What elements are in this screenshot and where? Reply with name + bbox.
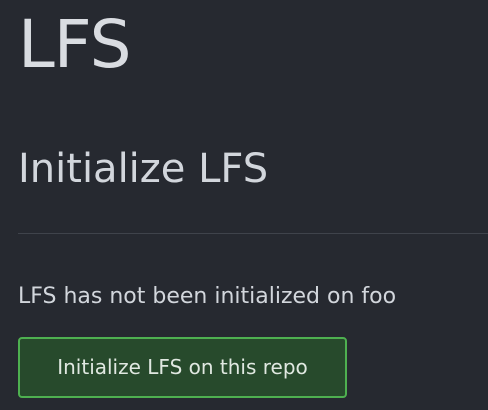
section-title: Initialize LFS	[18, 146, 269, 192]
lfs-status-message: LFS has not been initialized on foo	[18, 284, 397, 309]
section-divider	[18, 233, 488, 234]
initialize-lfs-button[interactable]: Initialize LFS on this repo	[18, 337, 347, 398]
page-title: LFS	[18, 6, 131, 83]
lfs-page: LFS Initialize LFS LFS has not been init…	[0, 0, 488, 410]
